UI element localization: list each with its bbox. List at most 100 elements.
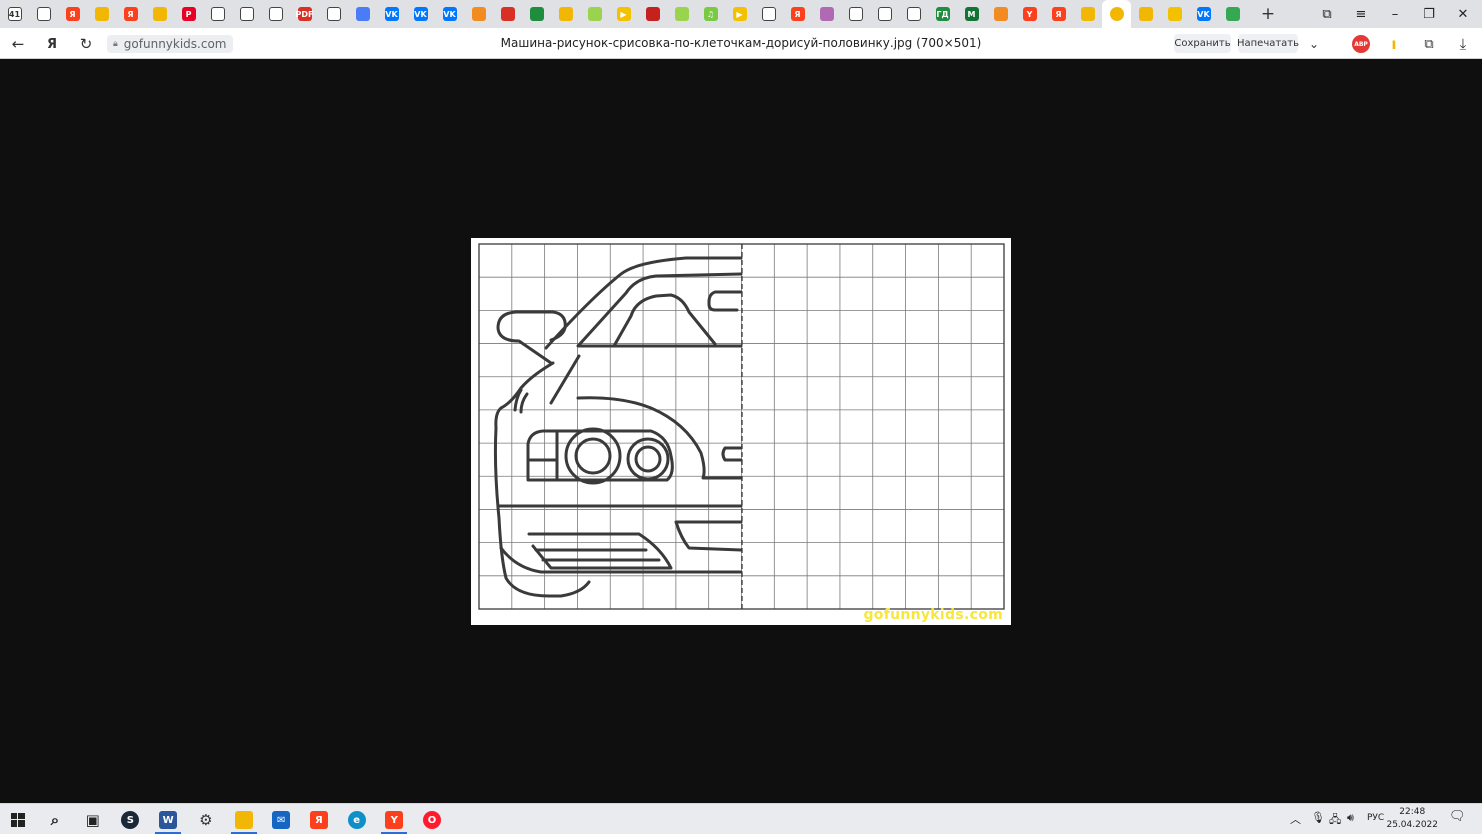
address-bar: ← Я ↻ 🔒︎ gofunnykids.com Машина-рисунок-… xyxy=(0,28,1482,59)
browser-tab[interactable] xyxy=(580,0,609,28)
browser-tab[interactable] xyxy=(870,0,899,28)
sun-icon xyxy=(1109,7,1124,21)
browser-tab[interactable] xyxy=(1073,0,1102,28)
close-window-button[interactable]: ✕ xyxy=(1446,0,1480,28)
browser-tab[interactable]: ГД xyxy=(928,0,957,28)
browser-tab[interactable]: VK xyxy=(435,0,464,28)
browser-tab[interactable]: VK xyxy=(377,0,406,28)
browser-tab[interactable]: Я xyxy=(783,0,812,28)
browser-tab[interactable]: Я xyxy=(116,0,145,28)
taskbar-app-button[interactable]: Y xyxy=(377,807,411,834)
browser-tab[interactable]: 41 xyxy=(0,0,29,28)
browser-tab[interactable]: P xyxy=(174,0,203,28)
browser-tab[interactable] xyxy=(899,0,928,28)
browser-tab[interactable] xyxy=(986,0,1015,28)
browser-tab[interactable] xyxy=(522,0,551,28)
search-icon: ⌕ xyxy=(50,811,60,829)
taskbar-app-button[interactable]: ⌕ xyxy=(38,807,72,833)
reload-icon[interactable]: ↻ xyxy=(74,32,98,56)
browser-tab[interactable] xyxy=(841,0,870,28)
taskbar-app-button[interactable]: S xyxy=(113,807,147,833)
browser-tab[interactable] xyxy=(29,0,58,28)
browser-tab[interactable]: ▶ xyxy=(609,0,638,28)
browser-tab[interactable] xyxy=(493,0,522,28)
minimize-button[interactable]: – xyxy=(1378,0,1412,28)
chevron-down-icon[interactable]: ⌄ xyxy=(1302,32,1326,56)
back-icon[interactable]: ← xyxy=(6,32,30,56)
url-field[interactable]: 🔒︎ gofunnykids.com xyxy=(107,35,233,53)
show-hidden-icons-icon[interactable]: ︿ xyxy=(1290,811,1301,827)
save-button[interactable]: Сохранить xyxy=(1174,34,1231,53)
yandex-icon: Я xyxy=(790,7,805,21)
network-icon[interactable]: 🖧︎ xyxy=(1329,811,1341,830)
green-square-icon xyxy=(529,7,544,21)
browser-tab[interactable] xyxy=(203,0,232,28)
watermark: gofunnykids.com xyxy=(863,607,1003,623)
browser-tab[interactable]: VK xyxy=(406,0,435,28)
taskbar: ⌕ ▣ S W ⚙ ✉ Яe Y O ︿ 🎙︎ 🖧︎ 🔊︎ РУС 22:48 25.04.20… xyxy=(0,803,1482,834)
new-tab-button[interactable]: + xyxy=(1257,3,1279,25)
volume-icon[interactable]: 🔊︎ xyxy=(1347,811,1354,825)
taskbar-app-button[interactable]: ⚙ xyxy=(189,807,223,833)
downloads-icon[interactable]: ⤓ xyxy=(1451,32,1475,56)
browser-tab[interactable] xyxy=(1218,0,1247,28)
puzzle-icon xyxy=(1225,7,1240,21)
start-button[interactable] xyxy=(1,807,35,833)
notification-icon[interactable]: 🗨︎ xyxy=(1449,809,1466,824)
tab-strip: 41 Я Я P PDF VK VK VK ▶ ♫ ▶ Я ГД M Y Я VK xyxy=(0,0,1247,28)
print-button[interactable]: Напечатать xyxy=(1237,34,1299,53)
browser-tab[interactable] xyxy=(551,0,580,28)
microphone-icon[interactable]: 🎙︎ xyxy=(1311,811,1325,824)
taskbar-app-button[interactable]: W xyxy=(151,807,185,834)
taskbar-app-button[interactable]: O xyxy=(415,807,449,833)
browser-tab[interactable] xyxy=(1131,0,1160,28)
browser-tab[interactable]: Я xyxy=(58,0,87,28)
url-text: gofunnykids.com xyxy=(123,37,227,51)
image-viewer: gofunnykids.com xyxy=(0,59,1482,803)
browser-tab[interactable] xyxy=(1160,0,1189,28)
taskbar-app-button[interactable] xyxy=(227,807,261,834)
tab-manager-icon[interactable]: ⧉ xyxy=(1310,0,1344,28)
browser-tab[interactable] xyxy=(87,0,116,28)
browser-tab[interactable] xyxy=(754,0,783,28)
browser-tab[interactable] xyxy=(261,0,290,28)
browser-tab[interactable]: Y xyxy=(1015,0,1044,28)
browser-tab[interactable] xyxy=(145,0,174,28)
browser-tab[interactable] xyxy=(319,0,348,28)
browser-tab[interactable]: M xyxy=(957,0,986,28)
browser-tab[interactable] xyxy=(232,0,261,28)
browser-tab[interactable]: ♫ xyxy=(696,0,725,28)
yandex-icon: Я xyxy=(1051,7,1066,21)
document-icon xyxy=(210,7,225,21)
document-icon xyxy=(239,7,254,21)
browser-tab[interactable]: Я xyxy=(1044,0,1073,28)
red-book-icon xyxy=(645,7,660,21)
browser-tab[interactable] xyxy=(812,0,841,28)
document-icon xyxy=(761,7,776,21)
browser-tab[interactable]: PDF xyxy=(290,0,319,28)
browser-tab[interactable] xyxy=(1102,0,1131,28)
extension-icon[interactable]: ı xyxy=(1382,32,1406,56)
word-icon: W xyxy=(159,811,178,829)
browser-tab[interactable] xyxy=(464,0,493,28)
browser-tab[interactable]: VK xyxy=(1189,0,1218,28)
edge-icon: e xyxy=(347,811,366,829)
taskbar-app-button[interactable]: e xyxy=(340,807,374,833)
browser-tab[interactable]: ▶ xyxy=(725,0,754,28)
browser-tab[interactable] xyxy=(348,0,377,28)
yandex-home-icon[interactable]: Я xyxy=(40,32,64,56)
browser-tab[interactable] xyxy=(667,0,696,28)
adblock-icon[interactable]: ABP xyxy=(1349,32,1373,56)
gd-icon: ГД xyxy=(935,7,950,21)
ok-icon xyxy=(993,7,1008,21)
browser-tab[interactable] xyxy=(638,0,667,28)
menu-icon[interactable]: ≡ xyxy=(1344,0,1378,28)
collections-icon[interactable]: ⧉ xyxy=(1417,32,1441,56)
restore-button[interactable]: ❐ xyxy=(1412,0,1446,28)
taskbar-app-button[interactable]: Я xyxy=(302,807,336,833)
taskbar-app-button[interactable]: ✉ xyxy=(264,807,298,833)
language-indicator[interactable]: РУС xyxy=(1367,813,1384,823)
clock[interactable]: 22:48 25.04.2022 xyxy=(1386,806,1438,832)
car-drawing-image[interactable]: gofunnykids.com xyxy=(471,238,1011,625)
taskbar-app-button[interactable]: ▣ xyxy=(76,807,110,833)
